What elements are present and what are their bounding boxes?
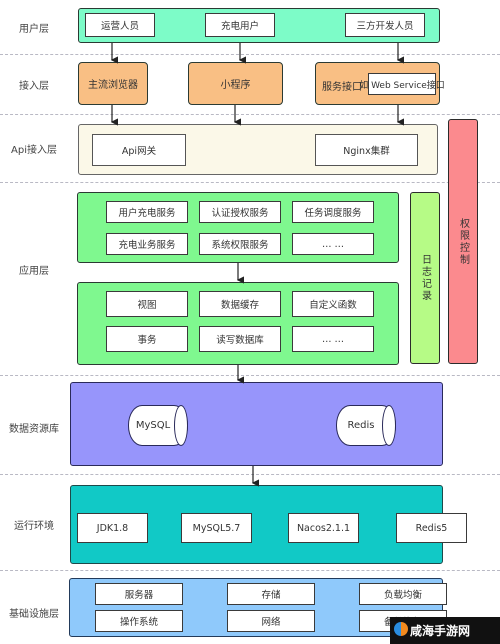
access-service-example: 如 Web Service接口 xyxy=(359,73,445,95)
watermark: 咸海手游网 xyxy=(390,617,500,644)
access-miniprogram-label: 小程序 xyxy=(220,80,251,91)
layer-label-access: 接入层 xyxy=(19,81,49,92)
runtime-nacos: Nacos2.1.1 xyxy=(288,513,359,543)
api-gateway: Api网关 xyxy=(92,134,186,166)
access-miniprogram: 小程序 xyxy=(188,62,283,105)
watermark-text: 咸海手游网 xyxy=(410,624,471,638)
layer-label-user: 用户层 xyxy=(19,24,49,35)
service-item: … … xyxy=(292,233,374,255)
mysql-label: MySQL xyxy=(135,420,171,431)
service-item: 系统权限服务 xyxy=(199,233,281,255)
infra-item: 服务器 xyxy=(95,583,183,605)
infra-item: 存储 xyxy=(227,583,315,605)
redis-cylinder: Redis xyxy=(336,405,396,446)
layer-separator xyxy=(0,570,500,571)
access-browser: 主流浏览器 xyxy=(78,62,148,105)
layer-label-runtime: 运行环境 xyxy=(14,521,54,532)
infra-item: 负载均衡 xyxy=(359,583,447,605)
user-charging-user: 充电用户 xyxy=(205,13,275,37)
infra-item: 操作系统 xyxy=(95,610,183,632)
logging-label: 日志记录 xyxy=(419,254,431,302)
watermark-logo-icon xyxy=(394,622,408,636)
layer-label-api: Api接入层 xyxy=(11,145,57,156)
runtime-redis: Redis5 xyxy=(396,513,467,543)
access-service-label: 服务接口 xyxy=(322,82,362,93)
layer-separator xyxy=(0,375,500,376)
service-item: 充电业务服务 xyxy=(106,233,188,255)
data-op-item: 数据缓存 xyxy=(199,291,281,317)
infra-item: 网络 xyxy=(227,610,315,632)
redis-label: Redis xyxy=(347,420,375,431)
layer-separator xyxy=(0,114,500,115)
data-op-item: … … xyxy=(292,326,374,352)
permission-control-label: 权限控制 xyxy=(457,217,469,266)
mysql-cylinder: MySQL xyxy=(128,405,188,446)
layer-separator xyxy=(0,182,500,183)
permission-control: 权限控制 xyxy=(448,119,478,364)
layer-separator xyxy=(0,474,500,475)
access-browser-label: 主流浏览器 xyxy=(88,80,138,91)
layer-label-app: 应用层 xyxy=(19,266,49,277)
logging: 日志记录 xyxy=(410,192,440,364)
user-third-party-dev: 三方开发人员 xyxy=(345,13,425,37)
data-op-item: 视图 xyxy=(106,291,188,317)
service-item: 任务调度服务 xyxy=(292,201,374,223)
service-item: 用户充电服务 xyxy=(106,201,188,223)
layer-label-infra: 基础设施层 xyxy=(9,609,59,620)
data-op-item: 事务 xyxy=(106,326,188,352)
runtime-jdk: JDK1.8 xyxy=(77,513,148,543)
runtime-mysql: MySQL5.7 xyxy=(181,513,252,543)
cylinder-cap xyxy=(174,405,188,446)
data-op-item: 自定义函数 xyxy=(292,291,374,317)
layer-separator xyxy=(0,54,500,55)
layer-label-datasource: 数据资源库 xyxy=(9,424,59,435)
cylinder-cap xyxy=(382,405,396,446)
nginx-cluster: Nginx集群 xyxy=(315,134,418,166)
user-operator: 运营人员 xyxy=(85,13,155,37)
service-item: 认证授权服务 xyxy=(199,201,281,223)
data-op-item: 读写数据库 xyxy=(199,326,281,352)
